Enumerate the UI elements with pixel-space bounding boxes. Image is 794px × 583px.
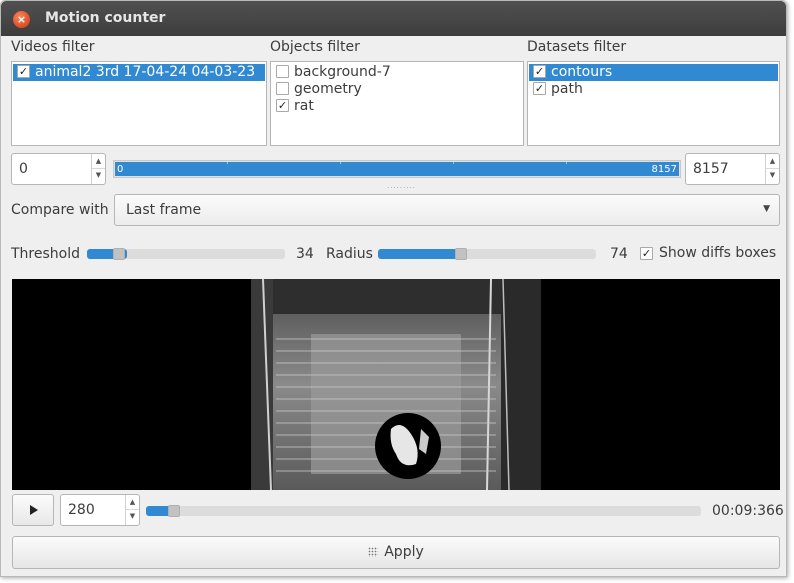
show-diffs-checkbox[interactable]	[640, 247, 653, 260]
range-max-label: 8157	[651, 164, 677, 175]
dataset-item-label: path	[551, 81, 583, 97]
frame-range-slider[interactable]: 0 8157	[113, 160, 681, 178]
video-item-label: animal2 3rd 17-04-24 04-03-23	[35, 64, 256, 80]
datasets-filter-list[interactable]: contours path	[527, 61, 780, 146]
show-diffs-label[interactable]: Show diffs boxes	[659, 245, 776, 261]
chevron-down-icon: ▼	[763, 204, 770, 214]
video-item[interactable]: animal2 3rd 17-04-24 04-03-23	[13, 64, 265, 81]
range-start-value: 0	[19, 161, 28, 177]
threshold-slider[interactable]	[87, 248, 285, 260]
videos-filter-list[interactable]: animal2 3rd 17-04-24 04-03-23	[11, 61, 267, 146]
apply-button[interactable]: Apply	[12, 536, 780, 569]
video-time: 00:09:366	[712, 503, 784, 519]
video-item-checkbox[interactable]	[17, 65, 30, 78]
object-item-rat[interactable]: rat	[272, 98, 522, 115]
apply-label: Apply	[384, 544, 424, 560]
threshold-value: 34	[296, 246, 314, 262]
dataset-item-checkbox[interactable]	[533, 82, 546, 95]
object-item-checkbox[interactable]	[276, 82, 289, 95]
splitter-grip-icon[interactable]: ·········	[387, 184, 416, 192]
range-tick	[453, 162, 454, 164]
dataset-item-contours[interactable]: contours	[529, 64, 778, 81]
spin-up-icon[interactable]: ▲	[126, 495, 139, 510]
play-icon	[30, 505, 38, 515]
range-end-spinbox[interactable]: 8157 ▲ ▼	[685, 153, 780, 185]
frame-value: 280	[68, 502, 95, 518]
video-progress-handle[interactable]	[168, 505, 180, 517]
objects-filter-list[interactable]: background-7 geometry rat	[270, 61, 524, 146]
radius-label: Radius	[326, 246, 373, 262]
datasets-filter-label: Datasets filter	[527, 39, 627, 55]
motion-counter-window: × Motion counter Videos filter Objects f…	[0, 0, 787, 577]
frame-spinbox[interactable]: 280 ▲ ▼	[60, 494, 140, 526]
spin-arrows: ▲ ▼	[765, 154, 779, 184]
spin-down-icon[interactable]: ▼	[766, 169, 779, 184]
spin-arrows: ▲ ▼	[91, 154, 105, 184]
range-tick	[566, 162, 567, 164]
threshold-label: Threshold	[11, 246, 80, 262]
spin-down-icon[interactable]: ▼	[92, 169, 105, 184]
radius-slider[interactable]	[378, 248, 596, 260]
compare-with-label: Compare with	[11, 202, 109, 218]
spin-down-icon[interactable]: ▼	[126, 510, 139, 525]
compare-with-select[interactable]: Last frame ▼	[114, 194, 780, 226]
video-frame	[251, 279, 541, 490]
apply-button-content: Apply	[13, 544, 779, 560]
range-tick	[227, 162, 228, 164]
radius-fill	[378, 249, 466, 259]
radius-value: 74	[610, 246, 628, 262]
dataset-item-path[interactable]: path	[529, 81, 778, 98]
range-start-spinbox[interactable]: 0 ▲ ▼	[11, 153, 106, 185]
compare-with-value: Last frame	[126, 202, 202, 218]
video-frame-image	[251, 279, 541, 490]
range-min-label: 0	[117, 164, 124, 175]
title-bar: × Motion counter	[1, 1, 786, 36]
window-title: Motion counter	[45, 10, 166, 26]
range-tick	[340, 162, 341, 164]
videos-filter-label: Videos filter	[11, 39, 95, 55]
object-item-geometry[interactable]: geometry	[272, 81, 522, 98]
objects-filter-label: Objects filter	[270, 39, 360, 55]
play-button[interactable]	[12, 494, 54, 526]
spin-up-icon[interactable]: ▲	[766, 154, 779, 169]
object-item-label: geometry	[294, 81, 362, 97]
dataset-item-label: contours	[551, 64, 613, 80]
object-item-checkbox[interactable]	[276, 65, 289, 78]
spin-arrows: ▲ ▼	[125, 495, 139, 525]
close-icon[interactable]: ×	[13, 11, 30, 28]
video-display	[12, 279, 780, 490]
range-fill	[115, 162, 679, 176]
apply-icon	[368, 547, 379, 557]
threshold-handle[interactable]	[113, 248, 125, 260]
radius-handle[interactable]	[455, 248, 467, 260]
video-progress-slider[interactable]	[146, 505, 701, 517]
object-item-label: background-7	[294, 64, 391, 80]
spin-up-icon[interactable]: ▲	[92, 154, 105, 169]
dataset-item-checkbox[interactable]	[533, 65, 546, 78]
object-item-background[interactable]: background-7	[272, 64, 522, 81]
range-end-value: 8157	[693, 161, 729, 177]
object-item-label: rat	[294, 98, 314, 114]
object-item-checkbox[interactable]	[276, 99, 289, 112]
